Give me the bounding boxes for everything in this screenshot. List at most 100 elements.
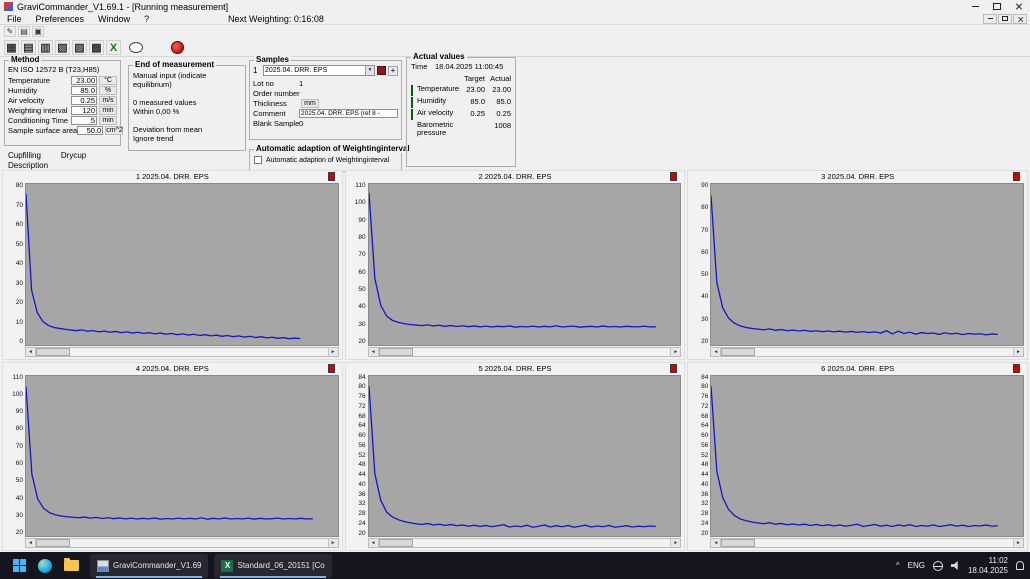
chart-scrollbar[interactable]: ◄► [710, 347, 1024, 357]
scroll-track[interactable] [379, 539, 671, 547]
chart-icon[interactable]: ▤ [18, 26, 30, 37]
scroll-left-button[interactable]: ◄ [369, 539, 379, 547]
sample-select[interactable]: 2025.04. DRR. EPS ▼ [263, 65, 375, 76]
y-tick-label: 36 [690, 492, 708, 499]
scroll-track[interactable] [721, 539, 1013, 547]
scroll-thumb[interactable] [379, 348, 413, 356]
thickness-unit-button[interactable]: mm [301, 99, 319, 108]
scroll-right-button[interactable]: ► [328, 348, 338, 356]
method-row-value[interactable]: 120 [71, 106, 97, 115]
actual-value-row: Temperature23.0023.00 [407, 84, 515, 96]
method-row-value[interactable]: 0.25 [71, 96, 97, 105]
y-tick-label: 48 [690, 462, 708, 469]
method-row-value[interactable]: 5 [71, 116, 97, 125]
chart-scrollbar[interactable]: ◄► [368, 538, 682, 548]
edit-icon[interactable]: ✎ [4, 26, 16, 37]
start-button[interactable] [6, 554, 32, 578]
scroll-right-button[interactable]: ► [670, 348, 680, 356]
y-tick-label: 48 [348, 462, 366, 469]
scroll-thumb[interactable] [379, 539, 413, 547]
scroll-left-button[interactable]: ◄ [369, 348, 379, 356]
columns-view-icon[interactable]: ▥ [38, 40, 53, 55]
scroll-thumb[interactable] [721, 348, 755, 356]
menu-preferences[interactable]: Preferences [29, 14, 92, 24]
method-row-unit: % [99, 86, 117, 95]
blank-sample-value: 0 [299, 119, 398, 128]
chart-scrollbar[interactable]: ◄► [25, 347, 339, 357]
chart-scrollbar[interactable]: ◄► [710, 538, 1024, 548]
method-row-value[interactable]: 50.0 [77, 126, 103, 135]
remove-sample-button[interactable] [377, 66, 386, 75]
scroll-thumb[interactable] [36, 348, 70, 356]
menu-items: FilePreferencesWindow? [0, 14, 156, 24]
results-grid-icon[interactable]: ▨ [72, 40, 87, 55]
charts-grid: 1 2025.04. DRR. EPS 80706050403020100 ◄►… [2, 170, 1028, 551]
scroll-left-button[interactable]: ◄ [711, 348, 721, 356]
comment-bubble-icon[interactable] [129, 42, 143, 53]
mdi-restore-button[interactable] [998, 14, 1012, 24]
tray-overflow-button[interactable]: ^ [896, 561, 900, 570]
restore-icon [1002, 16, 1008, 21]
chart-scrollbar[interactable]: ◄► [25, 538, 339, 548]
add-sample-button[interactable]: + [388, 66, 398, 76]
stop-measurement-button[interactable] [171, 41, 184, 54]
chevron-down-icon[interactable]: ▼ [365, 66, 374, 75]
minimize-button[interactable] [964, 0, 986, 13]
y-tick-label: 40 [348, 482, 366, 489]
scroll-right-button[interactable]: ► [1013, 539, 1023, 547]
task-label: Standard_06_20151 [Co [237, 561, 324, 570]
save-icon[interactable]: ▣ [32, 26, 44, 37]
scroll-left-button[interactable]: ◄ [711, 539, 721, 547]
scroll-thumb[interactable] [721, 539, 755, 547]
method-row-value[interactable]: 23.00 [71, 76, 97, 85]
chart-scrollbar[interactable]: ◄► [368, 347, 682, 357]
volume-icon[interactable] [951, 561, 960, 570]
close-button[interactable] [1008, 0, 1030, 13]
method-row-label: Conditioning Time [8, 116, 71, 125]
method-row: Humidity85.0% [5, 86, 120, 95]
report-grid-icon[interactable]: ▩ [89, 40, 104, 55]
scroll-right-button[interactable]: ► [670, 539, 680, 547]
scroll-right-button[interactable]: ► [328, 539, 338, 547]
method-row-value[interactable]: 85.0 [71, 86, 97, 95]
samples-grid-icon[interactable]: ▧ [55, 40, 70, 55]
table-view-icon[interactable]: ▦ [4, 40, 19, 55]
menu-file[interactable]: File [0, 14, 29, 24]
scroll-left-button[interactable]: ◄ [26, 539, 36, 547]
excel-export-icon[interactable]: X [106, 40, 121, 55]
notifications-icon[interactable] [1016, 561, 1024, 570]
list-view-icon[interactable]: ▤ [21, 40, 36, 55]
taskbar-task-gravicommander[interactable]: GraviCommander_V1.69 [90, 554, 208, 578]
method-rows: Temperature23.00°CHumidity85.0%Air veloc… [5, 76, 120, 135]
edge-browser-button[interactable] [32, 554, 58, 578]
menu-window[interactable]: Window [91, 14, 137, 24]
sample-index: 1 [253, 66, 261, 75]
file-explorer-button[interactable] [58, 554, 84, 578]
mdi-minimize-button[interactable] [983, 14, 997, 24]
scroll-track[interactable] [36, 539, 328, 547]
menu-help[interactable]: ? [137, 14, 156, 24]
network-icon[interactable] [933, 561, 943, 571]
window-title: GraviCommander_V1.69.1 - [Running measur… [17, 2, 228, 12]
scroll-thumb[interactable] [36, 539, 70, 547]
method-footer: Cupfilling Drycup [8, 151, 86, 160]
plot-area [710, 183, 1024, 346]
scroll-left-button[interactable]: ◄ [26, 348, 36, 356]
y-tick-label: 52 [348, 453, 366, 460]
actual-row-label: Temperature [417, 85, 461, 93]
actual-row-target: 23.00 [461, 85, 485, 94]
taskbar-clock[interactable]: 11:02 18.04.2025 [968, 556, 1008, 576]
taskbar-task-spreadsheet[interactable]: X Standard_06_20151 [Co [214, 554, 331, 578]
maximize-button[interactable] [986, 0, 1008, 13]
comment-field[interactable]: 2025.04. DRR. EPS (ref 8 - [299, 109, 398, 118]
auto-adaption-checkbox[interactable] [254, 156, 262, 164]
scroll-right-button[interactable]: ► [1013, 348, 1023, 356]
scroll-track[interactable] [379, 348, 671, 356]
scroll-track[interactable] [721, 348, 1013, 356]
language-indicator[interactable]: ENG [908, 561, 925, 570]
scroll-track[interactable] [36, 348, 328, 356]
actual-row-label: Humidity [417, 97, 461, 105]
method-row-unit: min [99, 106, 117, 115]
y-axis-labels: 9080706050403020 [690, 183, 710, 346]
mdi-close-button[interactable] [1013, 14, 1027, 24]
